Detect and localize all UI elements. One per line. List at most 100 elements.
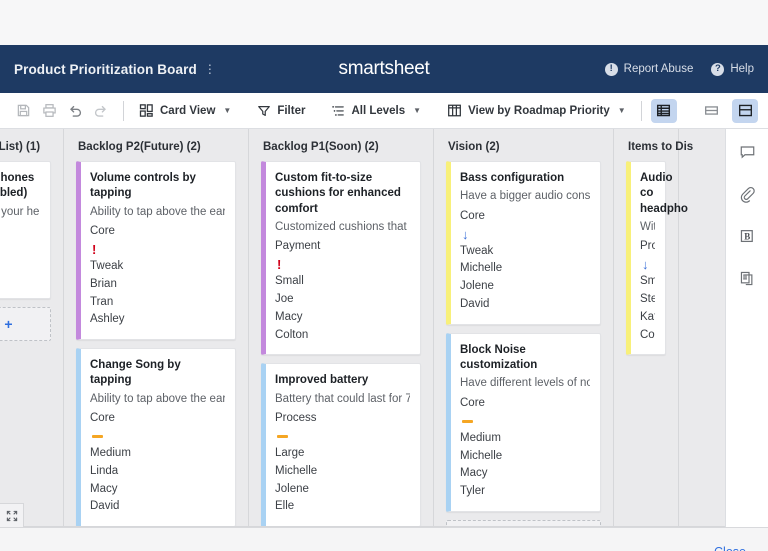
dash-glyph (277, 435, 288, 439)
card-description: Ability to tap above the ear ... (90, 392, 225, 405)
brand-label: smartsheet (338, 58, 430, 79)
card-category: Core (90, 225, 115, 238)
board-column[interactable]: Items to Dis Audio coheadpho With an a Proc… (614, 129, 693, 526)
arrow-down-glyph: ↓ (462, 226, 469, 242)
footer-bar: Close (0, 527, 768, 551)
board-card[interactable]: Bass configuration Have a bigger audio co… (446, 161, 601, 325)
dash-glyph (92, 435, 103, 439)
card-meta-value: Tweak (90, 259, 124, 272)
card-meta-value: Ashley (90, 313, 125, 326)
card-category: Process (275, 412, 317, 425)
report-abuse-label: Report Abuse (623, 63, 694, 75)
board-column[interactable]: Wish List) (1) adphonesenabled) ync your h… (0, 129, 64, 526)
view-by-button[interactable]: View by Roadmap Priority ▼ (441, 100, 632, 121)
card-meta-value: Elle (275, 500, 295, 513)
page-title: Product Prioritization Board (14, 61, 197, 77)
print-icon[interactable] (36, 98, 62, 124)
app-header: Product Prioritization Board ⋮ smartshee… (0, 45, 768, 93)
chevron-down-icon: ▼ (223, 106, 232, 115)
card-title: Bass configuration (460, 172, 565, 184)
comment-icon[interactable] (734, 139, 760, 165)
more-vertical-icon[interactable]: ⋮ (204, 63, 216, 75)
priority-medium-icon (275, 428, 410, 445)
card-description: Have different levels of noi... (460, 377, 590, 390)
plus-icon: + (4, 316, 13, 332)
card-meta-value: Macy (90, 482, 118, 495)
card-meta-value: Tweak (460, 244, 494, 257)
toolbar: Card View ▼ Filter All Levels ▼ View by … (0, 93, 768, 129)
right-rail: B (725, 129, 768, 527)
close-button[interactable]: Close (714, 545, 746, 551)
filter-label: Filter (277, 104, 306, 117)
card-title: Improved battery (275, 374, 369, 387)
save-icon[interactable] (10, 98, 36, 124)
add-card-button[interactable]: + (0, 307, 51, 341)
column-header: Wish List) (1) (0, 141, 41, 153)
card-meta-value: Steve (640, 292, 655, 305)
funnel-icon (257, 104, 271, 118)
board-column[interactable]: Backlog P1(Soon) (2) Custom fit-to-size c… (249, 129, 434, 526)
smartsheet-card-view-window: Product Prioritization Board ⋮ smartshee… (0, 0, 768, 551)
card-view-button[interactable]: Card View ▼ (133, 100, 237, 121)
card-description: Battery that could last for 7... (275, 392, 410, 405)
card-category: Payment (275, 240, 321, 253)
card-view-label: Card View (160, 104, 216, 117)
levels-icon (331, 104, 345, 118)
all-levels-button[interactable]: All Levels ▼ (325, 101, 427, 121)
card-category: Core (90, 412, 115, 425)
card-meta-value: Jolene (275, 482, 309, 495)
card-view-icon (139, 103, 154, 118)
card-title: Volume controls by tapping (90, 172, 196, 200)
help-button[interactable]: ? Help (711, 62, 754, 76)
board-column[interactable]: Backlog P2(Future) (2) Volume controls by… (64, 129, 249, 526)
window-top-padding (0, 0, 768, 45)
card-meta-value: Colton (275, 328, 309, 341)
card-meta-value: Small (275, 275, 304, 288)
all-levels-label: All Levels (351, 104, 406, 117)
column-card-list: Bass configuration Have a bigger audio co… (434, 161, 613, 526)
undo-icon[interactable] (62, 98, 88, 124)
copy-icon[interactable] (734, 265, 760, 291)
card-meta-value: David (90, 500, 120, 513)
card-description: With an a (640, 220, 655, 233)
priority-low-icon: ↓ (640, 256, 655, 273)
column-header: Backlog P1(Soon) (2) (263, 141, 379, 153)
arrow-down-glyph: ↓ (642, 257, 649, 273)
chevron-down-icon: ▼ (617, 106, 626, 115)
toolbar-divider (123, 100, 124, 121)
card-description: Customized cushions that fi... (275, 220, 410, 233)
toolbar-right-group (698, 98, 758, 123)
split-panel-toggle[interactable] (732, 98, 758, 123)
card-description: Have a bigger audio consol... (460, 190, 590, 203)
grid-view-toggle[interactable] (650, 98, 677, 123)
filter-button[interactable]: Filter (251, 101, 311, 121)
report-abuse-button[interactable]: ! Report Abuse (604, 62, 694, 76)
card-meta-value: David (460, 298, 490, 311)
board-card[interactable]: Improved battery Battery that could last … (261, 363, 421, 526)
attachment-icon[interactable] (734, 181, 760, 207)
board-card[interactable]: Block Noise customization Have different … (446, 332, 601, 512)
board-card[interactable]: Change Song by tapping Ability to tap abo… (76, 348, 236, 526)
column-card-list: Audio coheadpho With an a Process ↓ Small Ste… (614, 161, 688, 356)
card-meta-value: Macy (460, 467, 488, 480)
board-card[interactable]: Audio coheadpho With an a Process ↓ Small Ste… (626, 161, 688, 356)
card-meta-value: Medium (90, 447, 131, 460)
card-meta-value: Katy (640, 310, 655, 323)
kanban-board[interactable]: Wish List) (1) adphonesenabled) ync your h… (0, 129, 725, 527)
proof-icon[interactable]: B (734, 223, 760, 249)
board-card[interactable]: adphonesenabled) ync your headp... (0, 161, 51, 299)
add-card-button[interactable]: + (446, 520, 601, 526)
split-horizontal-toggle[interactable] (698, 99, 724, 123)
priority-low-icon: ↓ (460, 226, 590, 243)
help-label: Help (730, 63, 754, 75)
expand-icon[interactable] (0, 503, 24, 527)
board-column[interactable]: Vision (2) Bass configuration Have a bigge… (434, 129, 614, 526)
card-meta-value: Brian (90, 277, 117, 290)
card-meta-value: Linda (90, 464, 119, 477)
board-card[interactable]: Custom fit-to-size cushions for enhanced… (261, 161, 421, 356)
board-card[interactable]: Volume controls by tapping Ability to tap… (76, 161, 236, 341)
toolbar-divider-2 (640, 100, 642, 121)
header-actions: ! Report Abuse ? Help (604, 62, 754, 76)
redo-icon[interactable] (88, 98, 114, 124)
column-header: Vision (2) (448, 141, 500, 153)
